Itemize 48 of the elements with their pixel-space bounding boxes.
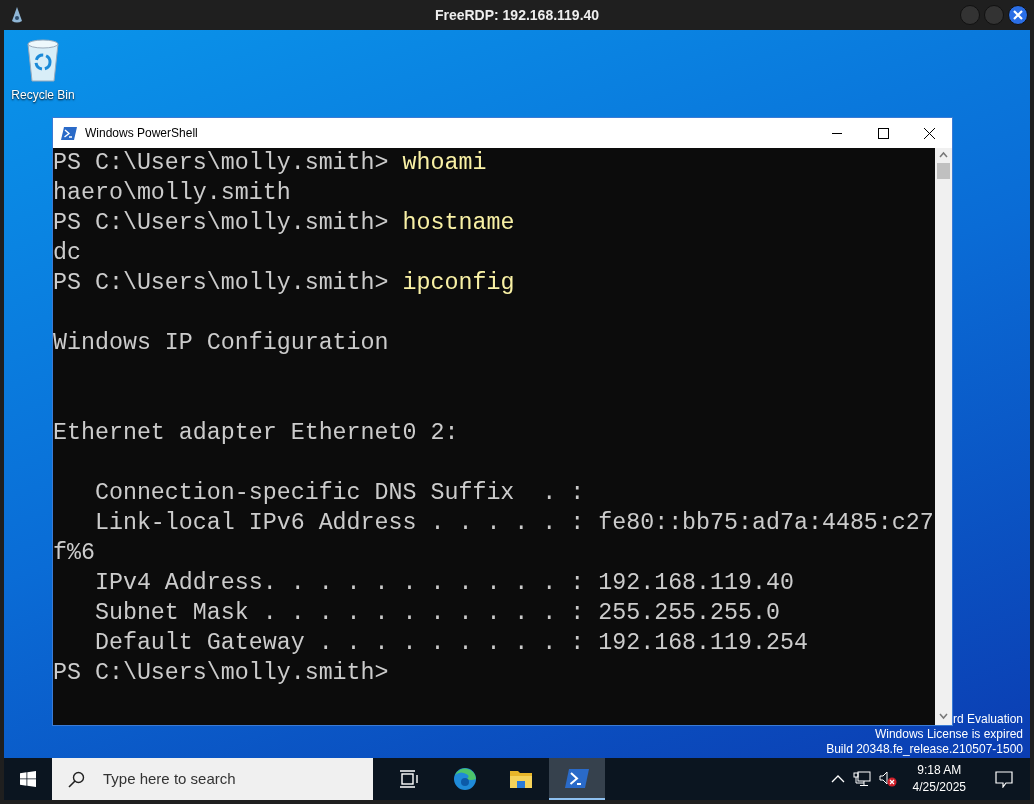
output-text: dc [53,240,81,266]
close-icon [923,127,935,139]
task-view-icon [399,770,419,788]
watermark-text: Windows License is expired [874,727,1023,742]
search-field[interactable]: Type here to search [52,758,373,800]
time-text: 9:18 AM [916,762,963,779]
folder-icon [509,769,533,789]
volume-muted-icon[interactable] [878,771,897,787]
prompt-text: PS C:\Users\molly.smith> [53,660,389,686]
windows-logo-icon [20,771,36,787]
edge-icon [453,767,477,791]
search-input: Type here to search [101,766,351,792]
chevron-up-icon[interactable] [830,775,845,783]
output-text: haero\molly.smith [53,180,291,206]
watermark-text: Build 20348.fe_release.210507-1500 [826,742,1023,757]
speech-bubble-icon [995,770,1013,788]
scrollbar[interactable] [935,148,952,725]
prompt-text: PS C:\Users\molly.smith> [53,270,389,296]
command-text: whoami [402,150,487,176]
powershell-icon [565,768,589,788]
output-text: Ethernet adapter Ethernet0 2: [53,420,459,446]
network-icon[interactable] [852,771,871,787]
powershell-icon [61,126,77,140]
window-title: FreeRDP: 192.168.119.40 [434,5,600,25]
output-text: f%6 [53,540,95,566]
close-icon [1013,10,1023,20]
recycle-bin-icon[interactable] [25,38,61,82]
scroll-down-icon[interactable] [939,711,948,721]
clock[interactable]: 9:18 AM 4/25/2025 [912,762,966,796]
close-button[interactable] [1008,5,1028,25]
output-text: Windows IP Configuration [53,330,389,356]
date-text: 4/25/2025 [912,779,966,796]
window-title: Windows PowerShell [85,125,198,142]
prompt-text: PS C:\Users\molly.smith> [53,210,389,236]
command-text: hostname [402,210,515,236]
taskbar-app[interactable] [549,758,605,800]
output-text: Connection-specific DNS Suffix . : [93,480,585,506]
app-icon [10,6,24,24]
maximize-icon [877,127,889,139]
scroll-thumb[interactable] [937,163,950,179]
output-text: Default Gateway . . . . . . . . . : 192.168.119.254 [93,630,808,656]
output-text: IPv4 Address. . . . . . . . . . . : 192.168.119.40 [93,570,794,596]
prompt-text: PS C:\Users\molly.smith> [53,150,389,176]
search-icon [68,770,85,788]
watermark-text: rd Evaluation [952,712,1023,727]
output-text: Subnet Mask . . . . . . . . . . . : 255.255.255.0 [93,600,780,626]
command-text: ipconfig [402,270,515,296]
output-text: Link-local IPv6 Address . . . . . : fe80::bb75:ad7a:4485:c27 [93,510,934,536]
